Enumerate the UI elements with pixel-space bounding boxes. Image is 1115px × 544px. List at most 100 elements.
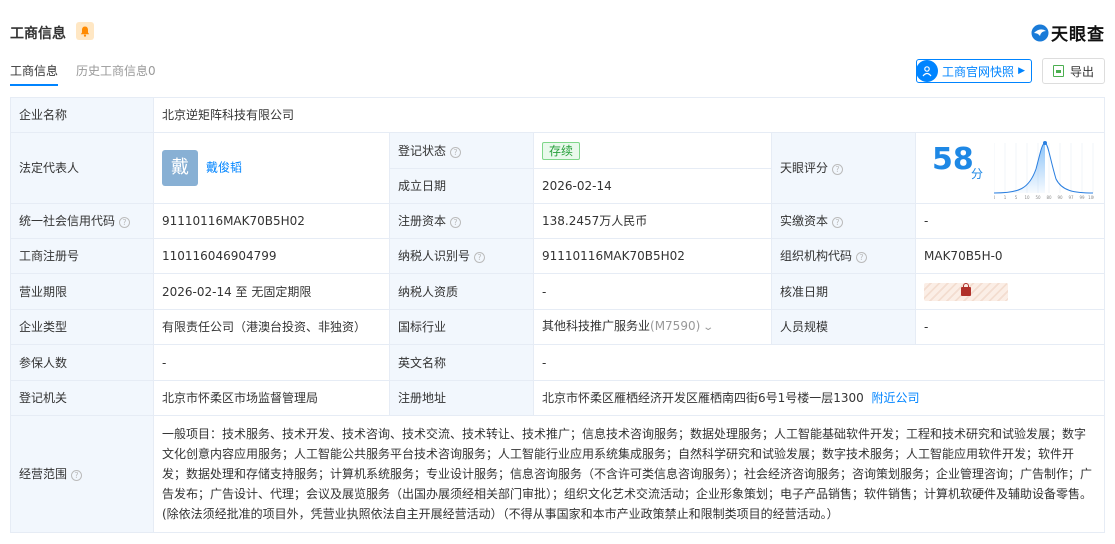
score-cell[interactable]: 58 分 0 1 5 10 50 80 90 97 99100 xyxy=(914,132,1106,204)
paid-capital-label-cell: 实缴资本? xyxy=(771,203,916,239)
english-name-value: - xyxy=(532,344,1106,381)
scope-value: 一般项目：技术服务、技术开发、技术咨询、技术交流、技术转让、技术推广；信息技术咨… xyxy=(152,415,1106,533)
table-row: 法定代表人 戴戴俊韬 登记状态? 存续 天眼评分? 58 分 0 1 5 10 50 80… xyxy=(10,132,1106,204)
table-row: 登记机关 北京市怀柔区市场监督管理局 注册地址 北京市怀柔区雁栖经济开发区雁栖南… xyxy=(10,380,1106,416)
excel-icon xyxy=(1052,65,1064,77)
table-row: 经营范围? 一般项目：技术服务、技术开发、技术咨询、技术交流、技术转让、技术推广… xyxy=(10,415,1106,533)
svg-text:0: 0 xyxy=(994,195,996,200)
tianyancha-logo: 天眼查 xyxy=(1031,20,1105,45)
snapshot-label: 工商官网快照 xyxy=(942,64,1015,79)
help-icon[interactable]: ? xyxy=(119,217,131,228)
taxpayer-id-label-cell: 纳税人识别号? xyxy=(389,238,534,274)
company-name-value: 北京逆矩阵科技有限公司 xyxy=(152,97,1106,133)
term-label: 营业期限 xyxy=(10,273,154,310)
bell-icon[interactable] xyxy=(76,22,94,40)
authority-label: 登记机关 xyxy=(10,380,154,416)
industry-value: 其他科技推广服务业 xyxy=(542,319,651,333)
score-label-cell: 天眼评分? xyxy=(771,132,916,204)
reg-status-cell: 存续 xyxy=(533,132,772,169)
taxpayer-id-label: 纳税人识别号 xyxy=(398,249,471,263)
svg-text:50: 50 xyxy=(1035,195,1041,200)
address-cell: 北京市怀柔区雁栖经济开发区雁栖南四街6号1号楼一层1300 附近公司 xyxy=(532,380,1106,416)
reg-capital-value: 138.2457万人民币 xyxy=(533,203,772,239)
tab-history-business-info[interactable]: 历史工商信息0 xyxy=(76,62,156,86)
english-name-label: 英文名称 xyxy=(389,344,534,381)
header-bar: 工商信息 天眼查 xyxy=(10,20,1105,46)
credit-code-value: 91110116MAK70B5H02 xyxy=(153,203,390,239)
org-code-label-cell: 组织机构代码? xyxy=(771,238,916,274)
nearby-companies-link[interactable]: 附近公司 xyxy=(871,391,919,405)
found-date-value: 2026-02-14 xyxy=(533,168,772,204)
tab-business-info[interactable]: 工商信息 xyxy=(10,62,59,86)
reg-capital-label-cell: 注册资本? xyxy=(389,203,534,239)
help-icon[interactable]: ? xyxy=(450,217,462,228)
approve-date-label: 核准日期 xyxy=(771,273,916,310)
help-icon[interactable]: ? xyxy=(450,146,462,158)
help-icon[interactable]: ? xyxy=(856,252,868,263)
found-date-label: 成立日期 xyxy=(389,168,534,204)
score-axis-labels: 0 1 5 10 50 80 90 97 99100 xyxy=(994,195,1094,200)
legal-rep-cell: 戴戴俊韬 xyxy=(153,132,390,204)
industry-label: 国标行业 xyxy=(389,309,534,345)
staff-size-label: 人员规模 xyxy=(771,309,916,345)
export-button[interactable]: 导出 xyxy=(1041,58,1105,84)
help-icon[interactable]: ? xyxy=(71,470,83,481)
industry-cell[interactable]: 其他科技推广服务业(M7590) ⌄ xyxy=(533,309,772,345)
table-row: 营业期限 2026-02-14 至 无固定期限 纳税人资质 - 核准日期 xyxy=(10,273,1106,310)
status-badge: 存续 xyxy=(542,141,581,160)
taxpayer-id-value: 91110116MAK70B5H02 xyxy=(533,238,772,274)
score-value: 58 xyxy=(932,142,974,177)
reg-status-label: 登记状态 xyxy=(398,143,447,158)
insured-value: - xyxy=(153,344,390,381)
company-type-value: 有限责任公司（港澳台投资、非独资） xyxy=(153,309,390,345)
taxpayer-qual-value: - xyxy=(533,273,772,310)
org-code-value: MAK70B5H-0 xyxy=(914,238,1106,274)
paid-capital-value: - xyxy=(914,203,1106,239)
org-code-label: 组织机构代码 xyxy=(780,249,853,263)
lock-icon xyxy=(961,282,971,296)
svg-text:97: 97 xyxy=(1068,195,1074,200)
chevron-down-icon[interactable]: ⌄ xyxy=(703,319,715,337)
svg-text:90: 90 xyxy=(1057,195,1063,200)
table-row: 统一社会信用代码? 91110116MAK70B5H02 注册资本? 138.2… xyxy=(10,203,1106,239)
logo-mark-icon xyxy=(1031,24,1049,41)
logo-text: 天眼查 xyxy=(1051,25,1105,45)
section-title: 工商信息 xyxy=(10,26,66,42)
avatar[interactable]: 戴 xyxy=(162,150,198,186)
score-label: 天眼评分 xyxy=(780,161,829,175)
export-label: 导出 xyxy=(1069,64,1094,79)
table-row: 参保人数 - 英文名称 - xyxy=(10,344,1106,381)
credit-code-label: 统一社会信用代码 xyxy=(19,214,116,228)
toolbar: 工商官网快照 ▶ 导出 xyxy=(916,58,1105,84)
user-badge-icon xyxy=(916,60,939,82)
scope-label: 经营范围 xyxy=(19,467,68,481)
svg-text:10: 10 xyxy=(1024,195,1030,200)
legal-rep-name-link[interactable]: 戴俊韬 xyxy=(206,161,242,175)
industry-code: (M7590) xyxy=(650,319,701,333)
reg-no-label: 工商注册号 xyxy=(10,238,154,274)
address-label: 注册地址 xyxy=(389,380,534,416)
score-distribution-chart: 0 1 5 10 50 80 90 97 99100 xyxy=(994,141,1094,200)
term-value: 2026-02-14 至 无固定期限 xyxy=(153,273,390,310)
insured-label: 参保人数 xyxy=(10,344,154,381)
locked-value[interactable] xyxy=(924,282,1008,301)
legal-rep-label: 法定代表人 xyxy=(10,132,154,204)
reg-no-value: 110116046904799 xyxy=(153,238,390,274)
official-snapshot-button[interactable]: 工商官网快照 ▶ xyxy=(916,59,1032,83)
address-value: 北京市怀柔区雁栖经济开发区雁栖南四街6号1号楼一层1300 xyxy=(542,391,864,405)
help-icon[interactable]: ? xyxy=(474,252,486,263)
credit-code-label-cell: 统一社会信用代码? xyxy=(10,203,154,239)
svg-text:80: 80 xyxy=(1046,195,1052,200)
score-unit: 分 xyxy=(971,167,984,181)
svg-text:1: 1 xyxy=(1004,195,1007,200)
caret-right-icon: ▶ xyxy=(1018,66,1025,76)
paid-capital-label: 实缴资本 xyxy=(780,214,829,228)
reg-capital-label: 注册资本 xyxy=(398,214,447,228)
table-row: 工商注册号 110116046904799 纳税人识别号? 91110116MA… xyxy=(10,238,1106,274)
help-icon[interactable]: ? xyxy=(832,217,844,228)
help-icon[interactable]: ? xyxy=(832,164,844,175)
reg-status-label-cell: 登记状态? xyxy=(389,132,534,169)
authority-value: 北京市怀柔区市场监督管理局 xyxy=(153,380,390,416)
taxpayer-qual-label: 纳税人资质 xyxy=(389,273,534,310)
business-info-table: 企业名称 北京逆矩阵科技有限公司 法定代表人 戴戴俊韬 登记状态? 存续 天眼评… xyxy=(10,97,1106,533)
